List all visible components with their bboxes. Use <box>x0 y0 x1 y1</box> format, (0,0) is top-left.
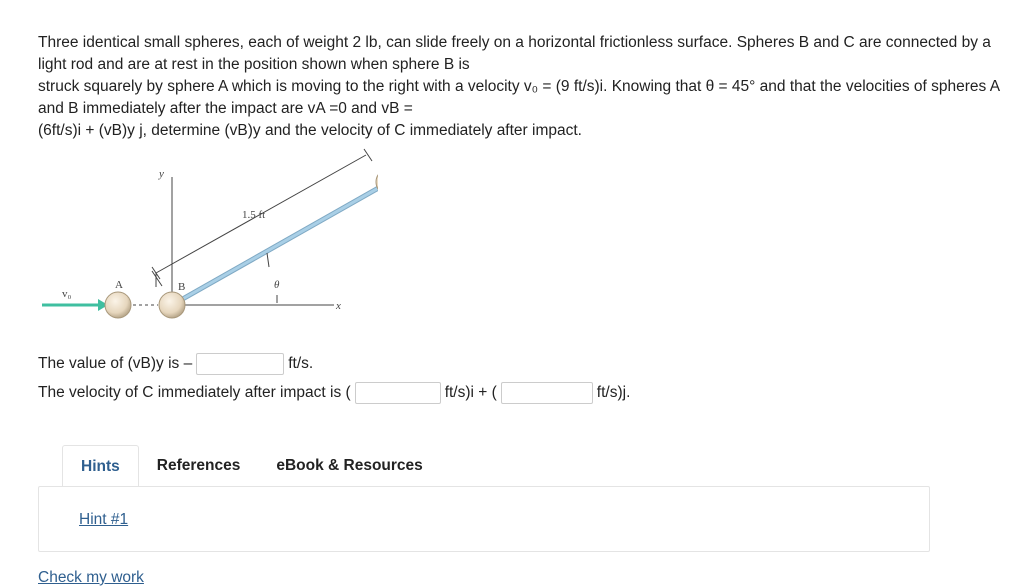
sphere-a <box>104 291 132 319</box>
problem-statement: Three identical small spheres, each of w… <box>38 32 1008 142</box>
vb-y-input[interactable] <box>196 353 285 375</box>
problem-line-2: struck squarely by sphere A which is mov… <box>38 78 1000 117</box>
problem-line-3: (6ft/s)i + (vB)y j, determine (vB)y and … <box>38 122 582 139</box>
theta-label: θ <box>274 279 280 291</box>
question-2-prefix: The velocity of C immediately after impa… <box>38 384 351 401</box>
hint-1-link[interactable]: Hint #1 <box>79 511 128 529</box>
tab-references[interactable]: References <box>139 445 259 487</box>
question-1-prefix: The value of (vB)y is – <box>38 355 193 372</box>
tab-hints[interactable]: Hints <box>62 445 139 487</box>
question-2-suffix: ft/s)j. <box>596 384 631 401</box>
check-my-work-link[interactable]: Check my work <box>38 569 144 587</box>
tab-ebook-resources[interactable]: eBook & Resources <box>258 445 440 487</box>
length-label: 1.5 ft <box>242 209 265 221</box>
v0-label: v₀ <box>62 288 72 300</box>
vc-x-input[interactable] <box>354 382 441 404</box>
hints-panel: Hint #1 <box>38 486 930 552</box>
resource-tabs: Hints References eBook & Resources <box>62 445 441 487</box>
x-axis-label: x <box>335 300 341 312</box>
question-2: The velocity of C immediately after impa… <box>38 382 630 404</box>
problem-figure: y x 1.5 ft θ v₀ A B C <box>42 148 378 319</box>
b-marker-1 <box>151 270 163 287</box>
vc-y-input[interactable] <box>500 382 593 404</box>
question-1-unit: ft/s. <box>288 355 314 372</box>
y-axis-label: y <box>158 168 164 180</box>
sphere-a-label: A <box>115 279 123 291</box>
question-2-mid: ft/s)i + ( <box>444 384 497 401</box>
problem-line-1: Three identical small spheres, each of w… <box>38 34 991 73</box>
sphere-b-label: B <box>178 281 185 293</box>
question-1: The value of (vB)y is – ft/s. <box>38 353 313 375</box>
sphere-b <box>158 291 186 319</box>
theta-arrow-up <box>266 252 270 268</box>
